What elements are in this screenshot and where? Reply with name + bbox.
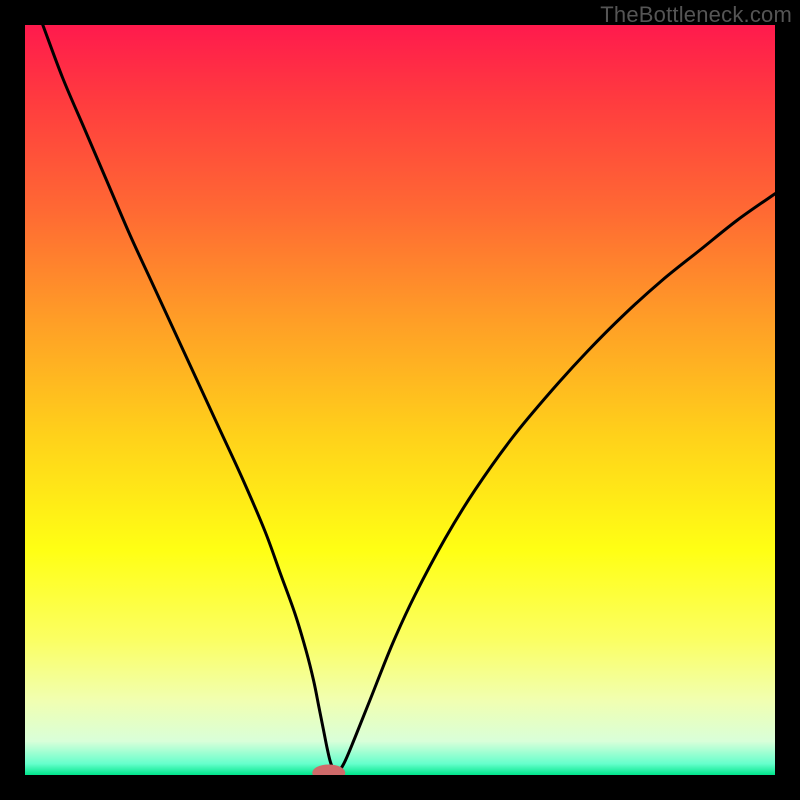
- chart-svg: [25, 25, 775, 775]
- chart-frame: TheBottleneck.com: [0, 0, 800, 800]
- gradient-background: [25, 25, 775, 775]
- plot-area: [25, 25, 775, 775]
- watermark-text: TheBottleneck.com: [600, 2, 792, 28]
